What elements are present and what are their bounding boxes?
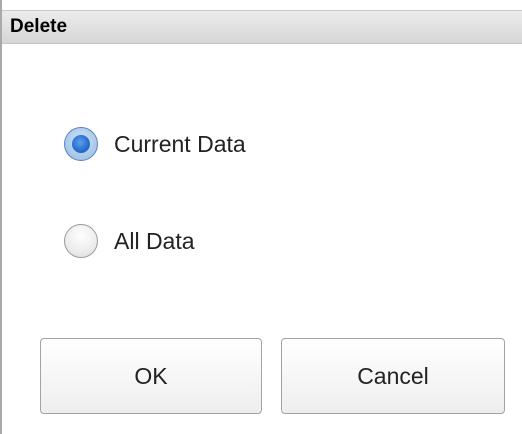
dialog-titlebar: Delete	[2, 10, 522, 44]
radio-label-current-data: Current Data	[114, 130, 246, 157]
dialog-title: Delete	[10, 16, 68, 37]
radio-option-all-data[interactable]: All Data	[64, 224, 195, 258]
radio-selected-dot	[72, 135, 90, 153]
radio-button-checked[interactable]	[64, 127, 98, 161]
radio-button-unchecked[interactable]	[64, 224, 98, 258]
radio-option-current-data[interactable]: Current Data	[64, 127, 246, 161]
cancel-button[interactable]: Cancel	[281, 338, 505, 414]
delete-dialog: Delete Current Data All Data OK Cancel	[0, 0, 522, 434]
ok-button[interactable]: OK	[40, 338, 262, 414]
radio-label-all-data: All Data	[114, 227, 195, 254]
